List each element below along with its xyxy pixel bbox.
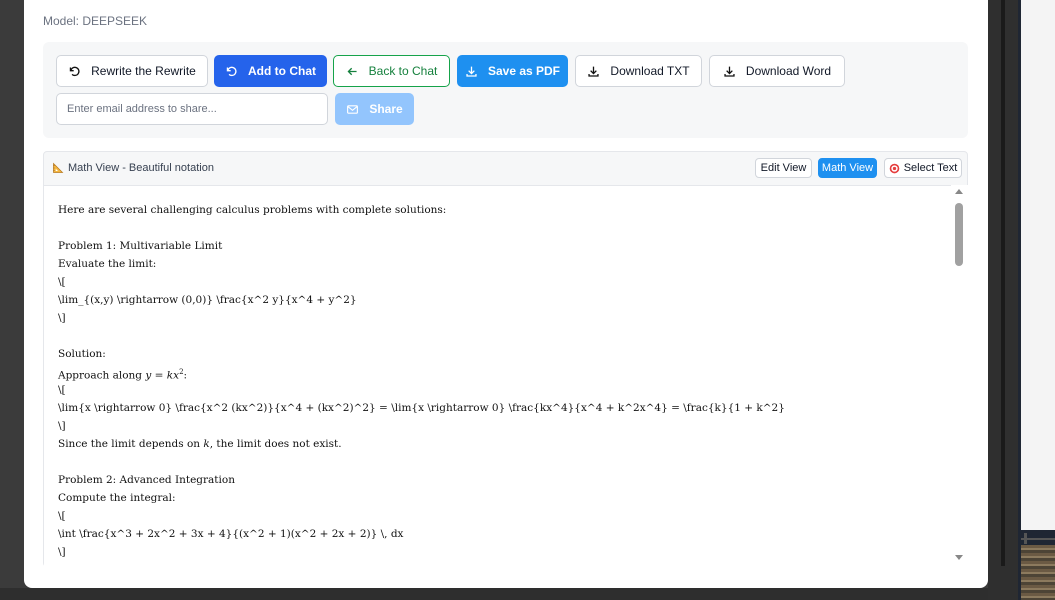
viewer-title: Math View - Beautiful notation — [52, 162, 214, 174]
download-txt-label: Download TXT — [610, 64, 690, 78]
inline-math: y = kx — [145, 369, 180, 382]
background-slider-knob — [1024, 533, 1027, 544]
math-content-area[interactable]: Here are several challenging calculus pr… — [44, 185, 951, 567]
math-view-label: Math View — [821, 162, 874, 174]
content-scrollbar[interactable] — [951, 185, 968, 567]
math-view-button[interactable]: Math View — [818, 158, 877, 178]
add-to-chat-label: Add to Chat — [248, 64, 316, 78]
content-line: Problem 1: Multivariable Limit — [58, 240, 223, 252]
content-line: Problem 2: Advanced Integration — [58, 474, 235, 486]
rewrite-modal: Model: DEEPSEEK Rewrite the Rewrite Add … — [24, 0, 988, 588]
content-line: \lim{x \rightarrow 0} \frac{x^2 (kx^2)}{… — [58, 402, 785, 414]
download-word-label: Download Word — [745, 64, 832, 78]
content-line: Evaluate the limit: — [58, 258, 157, 270]
save-as-pdf-button[interactable]: Save as PDF — [457, 55, 568, 87]
email-share-input[interactable] — [56, 93, 328, 125]
rotate-icon — [226, 66, 237, 76]
rewrite-button[interactable]: Rewrite the Rewrite — [56, 55, 208, 87]
edit-view-label: Edit View — [760, 162, 807, 174]
download-word-button[interactable]: Download Word — [709, 55, 845, 87]
content-line: \[ — [58, 510, 66, 522]
content-line: \[ — [58, 384, 66, 396]
content-line: Here are several challenging calculus pr… — [58, 204, 447, 216]
rewrite-button-label: Rewrite the Rewrite — [91, 64, 196, 78]
mail-icon — [347, 104, 359, 114]
content-line — [58, 219, 785, 237]
rotate-icon — [69, 66, 80, 76]
content-line: \int \frac{x^3 + 2x^2 + 3x + 4}{(x^2 + 1… — [58, 528, 404, 540]
math-viewer: Math View - Beautiful notation Edit View… — [43, 151, 968, 567]
content-line: Solution: — [58, 348, 106, 360]
scroll-thumb[interactable] — [955, 203, 963, 266]
content-line — [58, 327, 785, 345]
since-suffix: , the limit does not exist. — [209, 438, 342, 450]
content-line: \lim_{(x,y) \rightarrow (0,0)} \frac{x^2… — [58, 294, 357, 306]
scroll-down-arrow-icon[interactable] — [955, 555, 963, 560]
background-bottom — [0, 588, 1055, 600]
background-window-fragment — [1021, 0, 1055, 530]
download-icon — [724, 66, 735, 77]
back-to-chat-label: Back to Chat — [368, 64, 438, 78]
target-icon — [889, 163, 899, 173]
add-to-chat-button[interactable]: Add to Chat — [214, 55, 327, 87]
math-content-text: Here are several challenging calculus pr… — [58, 201, 785, 561]
edit-view-button[interactable]: Edit View — [755, 158, 812, 178]
background-right-edge — [1001, 0, 1005, 566]
download-icon — [588, 66, 600, 77]
since-prefix: Since the limit depends on — [58, 438, 204, 450]
select-text-button[interactable]: Select Text — [884, 158, 962, 178]
back-to-chat-button[interactable]: Back to Chat — [333, 55, 450, 87]
select-text-label: Select Text — [903, 162, 958, 174]
content-line: \[ — [58, 276, 66, 288]
content-line: \] — [58, 546, 66, 558]
share-button[interactable]: Share — [335, 93, 414, 125]
content-line — [58, 453, 785, 471]
action-toolbar: Rewrite the Rewrite Add to Chat Back to … — [43, 42, 968, 138]
content-line: Compute the integral: — [58, 492, 176, 504]
content-line-inline-math: Approach along y = kx2: — [58, 363, 785, 382]
download-icon — [466, 66, 477, 77]
background-image-fragment — [1021, 545, 1055, 600]
share-button-label: Share — [369, 102, 403, 116]
approach-suffix: : — [183, 369, 188, 382]
model-label: Model: DEEPSEEK — [43, 14, 148, 28]
arrow-left-icon — [347, 67, 357, 75]
download-txt-button[interactable]: Download TXT — [575, 55, 702, 87]
save-as-pdf-label: Save as PDF — [487, 64, 561, 78]
scroll-up-arrow-icon[interactable] — [955, 189, 963, 194]
triangular-ruler-icon — [53, 162, 64, 173]
viewer-header: Math View - Beautiful notation Edit View… — [44, 152, 967, 184]
viewer-title-label: Math View - Beautiful notation — [68, 162, 214, 174]
content-line-inline-math: Since the limit depends on k, the limit … — [58, 435, 785, 453]
content-line: \] — [58, 420, 66, 432]
background-left — [0, 0, 24, 600]
approach-prefix: Approach along — [58, 369, 146, 382]
content-line: \] — [58, 312, 66, 324]
